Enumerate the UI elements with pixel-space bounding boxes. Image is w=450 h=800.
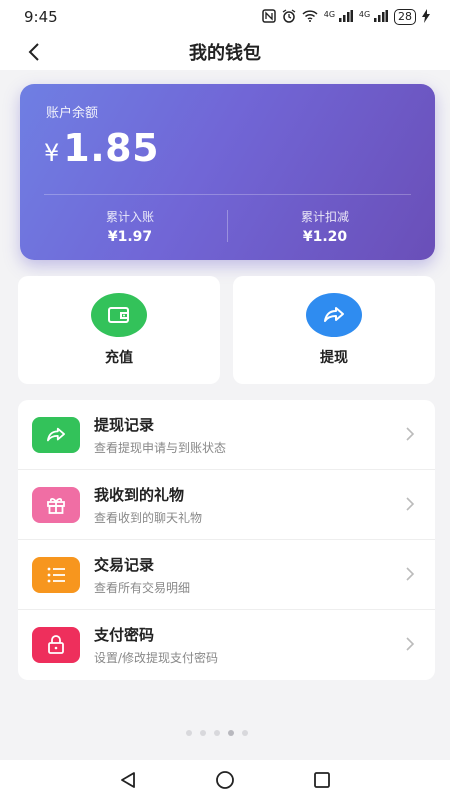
charging-bolt-icon [422,8,430,26]
menu-text: 交易记录 查看所有交易明细 [94,554,190,596]
nav-recents-button[interactable] [310,768,334,792]
menu-subtitle: 查看提现申请与到账状态 [94,440,227,455]
menu-text: 支付密码 设置/修改提现支付密码 [94,624,218,666]
lock-icon [32,627,80,663]
signal-4g-icon: 4G [323,9,353,25]
wallet-menu-list: 提现记录 查看提现申请与到账状态 我收到的礼物 查看收到的聊天礼物 交易记录 查… [18,400,435,680]
withdraw-button[interactable]: 提现 [233,276,435,384]
battery-indicator: 28 [394,9,416,25]
balance-card: 账户余额 ¥ 1.85 累计入账 ¥1.97 累计扣减 ¥1.20 [20,84,435,260]
stat-value: ¥1.20 [302,229,348,245]
chevron-right-icon [406,497,415,511]
chevron-right-icon [406,637,415,651]
menu-subtitle: 查看所有交易明细 [94,580,191,595]
page-title: 我的钱包 [189,43,261,64]
menu-text: 我收到的礼物 查看收到的聊天礼物 [94,484,202,526]
stat-separator [227,210,228,242]
indicator-dot [200,730,206,736]
system-nav-bar [0,760,450,800]
total-deduction-stat: 累计扣减 ¥1.20 [235,208,415,245]
page-indicator [186,730,248,736]
menu-item-transactions[interactable]: 交易记录 查看所有交易明细 [18,540,435,610]
nav-back-button[interactable] [116,768,140,792]
indicator-dot [186,730,192,736]
nav-home-button[interactable] [213,768,237,792]
chevron-left-icon [28,43,39,61]
menu-item-withdraw-records[interactable]: 提现记录 查看提现申请与到账状态 [18,400,435,470]
share-arrow-icon [306,293,362,337]
balance-value: 1.85 [63,126,160,170]
recents-square-icon [313,772,330,788]
chevron-right-icon [406,427,415,441]
stat-value: ¥1.97 [107,229,153,245]
balance-amount: ¥ 1.85 [44,126,159,170]
network-label: 4G [323,9,336,19]
total-income-stat: 累计入账 ¥1.97 [40,208,220,245]
stat-label: 累计扣减 [300,210,349,224]
alarm-icon [282,8,296,26]
balance-label: 账户余额 [46,106,99,121]
menu-subtitle: 设置/修改提现支付密码 [94,651,219,665]
menu-item-received-gifts[interactable]: 我收到的礼物 查看收到的聊天礼物 [18,470,435,540]
network-label: 4G [358,9,371,19]
status-bar: 9:45 4G 4G 28 [0,0,450,34]
menu-subtitle: 查看收到的聊天礼物 [94,510,203,525]
menu-title: 支付密码 [94,626,155,644]
gift-icon [32,486,80,523]
chevron-right-icon [406,567,415,581]
stat-label: 累计入账 [105,210,154,224]
withdraw-label: 提现 [320,350,348,366]
recharge-button[interactable]: 充值 [18,276,220,384]
indicator-dot [242,730,248,736]
back-button[interactable] [22,40,46,64]
status-time: 9:45 [24,8,58,26]
indicator-dot [214,730,220,736]
menu-title: 提现记录 [94,415,155,434]
currency-symbol: ¥ [44,139,60,167]
list-icon [32,556,80,593]
menu-item-payment-password[interactable]: 支付密码 设置/修改提现支付密码 [18,610,435,680]
home-circle-icon [216,771,234,789]
menu-title: 我收到的礼物 [94,485,185,504]
card-divider [44,194,411,195]
share-arrow-icon [32,416,80,453]
back-triangle-icon [121,772,136,788]
menu-title: 交易记录 [94,555,155,574]
nfc-icon [262,8,276,26]
status-icons: 4G 4G 28 [262,8,430,26]
signal-4g-icon: 4G [358,9,388,25]
page-header: 我的钱包 [0,34,450,70]
wallet-icon [91,293,147,337]
recharge-label: 充值 [105,350,133,366]
menu-text: 提现记录 查看提现申请与到账状态 [94,414,226,456]
indicator-dot-active [228,730,234,736]
wifi-icon [302,9,318,25]
